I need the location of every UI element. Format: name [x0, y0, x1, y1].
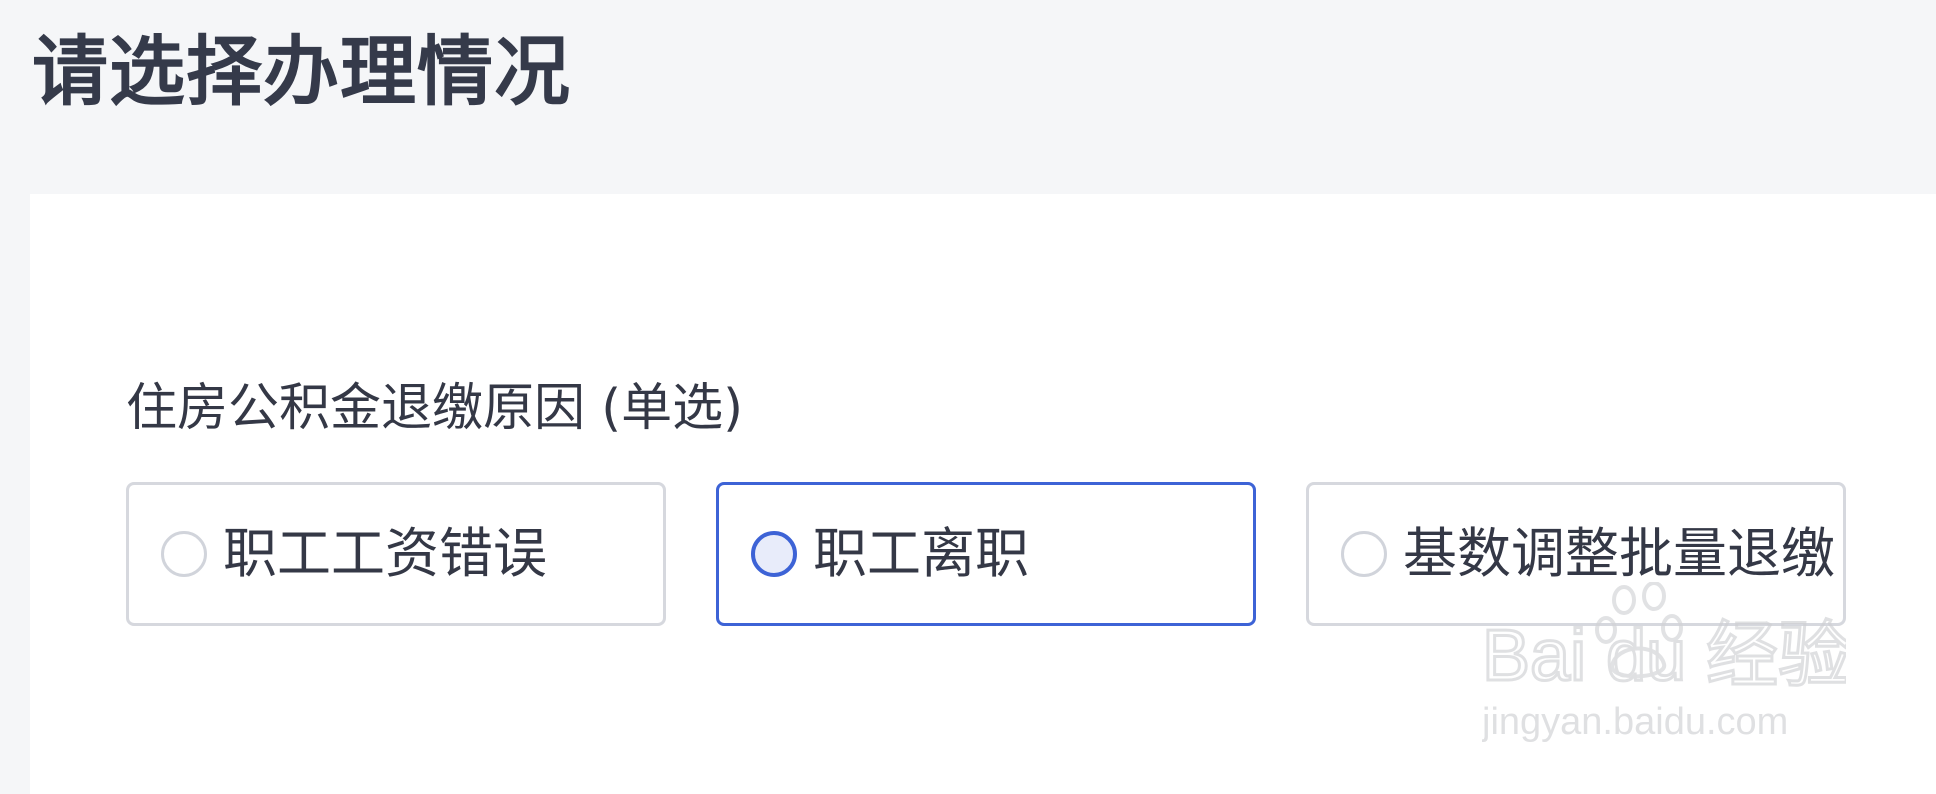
- baidu-jingyan-watermark: Bai du 经验 jingyan.baidu.com: [1482, 582, 1846, 743]
- page-title: 请选择办理情况: [32, 27, 571, 116]
- option-resignation[interactable]: 职工离职: [716, 482, 1256, 626]
- question-label: 住房公积金退缴原因 (单选): [126, 379, 744, 438]
- radio-circle-icon[interactable]: [161, 531, 207, 577]
- radio-circle-icon[interactable]: [1341, 531, 1387, 577]
- option-label: 职工离职: [813, 522, 1029, 585]
- option-label: 基数调整批量退缴: [1403, 522, 1835, 585]
- radio-circle-icon[interactable]: [751, 531, 797, 577]
- watermark-brand-text: Bai du 经验: [1482, 616, 1846, 696]
- option-label: 职工工资错误: [223, 522, 547, 585]
- watermark-url-text: jingyan.baidu.com: [1482, 701, 1788, 743]
- option-salary-error[interactable]: 职工工资错误: [126, 482, 666, 626]
